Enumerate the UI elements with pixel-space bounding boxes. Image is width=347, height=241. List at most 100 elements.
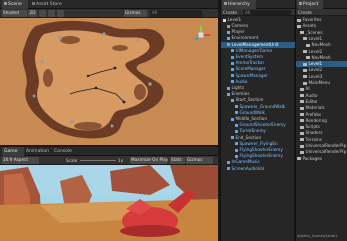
folder-icon <box>300 94 304 98</box>
project-tree-item[interactable]: Packages <box>296 156 347 162</box>
scene-icon <box>4 2 7 5</box>
gameobject-icon <box>235 123 238 127</box>
hierarchy-item[interactable]: Start_Section <box>221 97 305 103</box>
project-tree-item[interactable]: Level3 <box>296 74 347 80</box>
hierarchy-item-label: AmmoTracker <box>235 60 265 66</box>
game-view[interactable] <box>0 165 218 241</box>
hierarchy-item-label: Player <box>231 29 245 35</box>
project-tree-item[interactable]: _Scenes <box>296 30 347 36</box>
hierarchy-item[interactable]: ScreenAudioVol <box>221 166 301 172</box>
project-tree-item[interactable]: NavMesh <box>296 55 347 61</box>
gameobject-icon <box>231 136 234 140</box>
hierarchy-item[interactable]: Player <box>221 29 301 35</box>
project-tree-item[interactable]: Assets <box>296 23 347 29</box>
scale-slider[interactable] <box>80 160 116 161</box>
hierarchy-item-label: FlyingShooterEnemy <box>239 153 283 159</box>
hierarchy-item-label: Camera <box>231 23 248 28</box>
audio-toggle-icon[interactable] <box>48 10 55 17</box>
hierarchy-panel: Hierarchy Create All Level1 Camera Player… <box>220 0 301 241</box>
project-tree-item[interactable]: Shaders <box>296 130 347 136</box>
game-toolbar: 16:9 Aspect Scale 1x Maximize On Play St… <box>0 156 218 165</box>
hierarchy-item-label: Start_Section <box>235 97 264 103</box>
hierarchy-item[interactable]: LevelManagementUnit <box>221 41 301 48</box>
scene-orientation-gizmo[interactable] <box>190 24 212 46</box>
hierarchy-item[interactable]: Camera <box>221 23 301 29</box>
tab-project[interactable]: Project <box>297 0 323 9</box>
maximize-on-play-button[interactable]: Maximize On Play <box>130 157 168 164</box>
project-tree-label: MainMenu <box>308 80 331 85</box>
tab-hierarchy[interactable]: Hierarchy <box>222 0 256 9</box>
project-tab-bar: Project <box>296 0 347 9</box>
folder-icon <box>300 131 304 135</box>
gameobject-icon <box>231 98 234 102</box>
tab-asset-store[interactable]: Asset Store <box>30 0 68 9</box>
folder-icon <box>300 106 304 110</box>
project-tree-label: Scripts <box>305 124 320 130</box>
stats-button[interactable]: Stats <box>170 157 185 164</box>
scene-search-input[interactable]: All <box>150 10 202 17</box>
hierarchy-item[interactable]: SpawnManager <box>221 73 305 79</box>
folder-icon <box>300 31 304 35</box>
hierarchy-item[interactable]: UIManager/Game <box>221 48 305 54</box>
project-tree-label: Shaders <box>305 130 323 136</box>
project-tree-item[interactable]: Level2 <box>296 49 347 55</box>
hierarchy-item-label: EventSystem <box>235 54 264 59</box>
hierarchy-item-label: Spawner_GroundWalk <box>239 103 286 109</box>
project-tree-item[interactable]: MainMenu <box>296 80 347 86</box>
project-tree-item[interactable]: UniversalRenderPip <box>296 143 347 149</box>
shading-mode-dropdown[interactable]: Shaded <box>2 10 27 17</box>
effects-toggle-icon[interactable] <box>57 10 64 17</box>
project-tree-label: _Scenes <box>305 29 323 35</box>
project-panel: Project Create Favorites Assets _Scenes Lev… <box>295 0 347 241</box>
gameobject-icon <box>235 142 238 146</box>
project-tree-item[interactable]: Materials <box>296 105 347 111</box>
gameobject-icon <box>227 86 230 90</box>
hierarchy-item[interactable]: Enemies <box>221 91 301 97</box>
gameobject-icon <box>231 61 234 65</box>
gameobject-icon <box>227 167 230 171</box>
project-tree-item[interactable]: Audio <box>296 93 347 99</box>
tab-scene[interactable]: Scene <box>2 0 28 9</box>
hierarchy-item[interactable]: Environment <box>221 35 301 41</box>
project-tree-item[interactable]: Editor <box>296 99 347 105</box>
scene-view[interactable] <box>0 18 218 145</box>
project-tree-item[interactable]: Favorites <box>296 17 347 23</box>
project-tree-item[interactable]: Level1 <box>296 36 347 42</box>
tab-animation[interactable]: Animation <box>24 147 52 156</box>
gameobject-icon <box>235 148 238 152</box>
lighting-toggle-icon[interactable] <box>39 10 46 17</box>
aspect-dropdown[interactable]: 16:9 Aspect <box>2 157 39 164</box>
tab-console[interactable]: Console <box>52 147 76 156</box>
project-tree-item[interactable]: Level1 <box>296 61 347 68</box>
hierarchy-item[interactable]: Middle_Section <box>221 116 305 122</box>
project-tree-item[interactable]: Prefabs <box>296 112 347 118</box>
folder-icon <box>306 56 310 60</box>
project-tree-label: Level2 <box>308 48 323 54</box>
project-create-button[interactable]: Create <box>298 10 312 15</box>
project-tree-item[interactable]: Level2 <box>296 67 347 73</box>
tab-game[interactable]: Game <box>2 147 24 156</box>
gizmos-dropdown[interactable]: Gizmos <box>124 10 147 17</box>
hierarchy-item[interactable]: ScoreManager <box>221 66 305 72</box>
project-tree-item[interactable]: NavMesh <box>296 42 347 48</box>
folder-tab-icon <box>299 2 302 5</box>
project-tree-item[interactable]: Rendering <box>296 118 347 124</box>
folder-icon <box>297 18 301 22</box>
project-tree-item[interactable]: AI <box>296 86 347 92</box>
hierarchy-search-input[interactable]: All <box>243 10 291 15</box>
project-tree-item[interactable]: UniversalRenderPip <box>296 149 347 155</box>
hierarchy-item[interactable]: AmmoTracker <box>221 60 305 66</box>
hierarchy-item[interactable]: InGameMusic <box>221 159 301 165</box>
game-gizmos-dropdown[interactable]: Gizmos <box>186 157 213 164</box>
hierarchy-item[interactable]: EventSystem <box>221 54 305 60</box>
project-tree-item[interactable]: Terrains <box>296 137 347 143</box>
project-tree-item[interactable]: Scripts <box>296 124 347 130</box>
hierarchy-item[interactable]: Audio <box>221 79 305 85</box>
hierarchy-item[interactable]: End_Section <box>221 135 305 141</box>
hierarchy-item[interactable]: Lights <box>221 85 301 91</box>
2d-toggle[interactable]: 2D <box>28 10 37 17</box>
gameobject-icon <box>235 154 238 158</box>
folder-icon <box>300 144 304 148</box>
hierarchy-item-label: Enemies <box>231 91 250 97</box>
hierarchy-create-button[interactable]: Create <box>223 10 237 15</box>
